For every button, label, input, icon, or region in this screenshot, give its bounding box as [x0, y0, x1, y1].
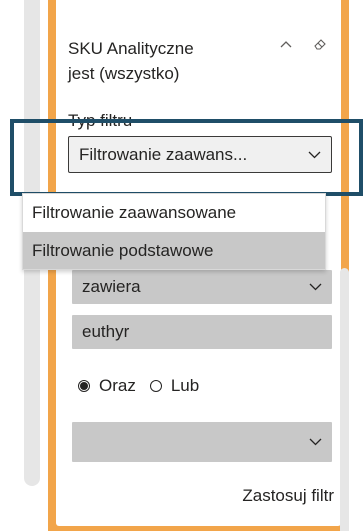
chevron-down-icon [309, 438, 322, 446]
radio-selected-icon [78, 380, 90, 392]
radio-and-label: Oraz [99, 376, 136, 395]
logic-radio-group: Oraz Lub [78, 376, 213, 396]
condition-value-text: euthyr [82, 322, 130, 341]
chevron-up-icon[interactable] [278, 36, 294, 52]
filter-type-dropdown-list: Filtrowanie zaawansowane Filtrowanie pod… [22, 193, 326, 270]
chevron-down-icon [309, 283, 322, 291]
focus-highlight-frame [10, 119, 363, 196]
filter-title-line1: SKU Analityczne [68, 39, 194, 58]
radio-or[interactable]: Lub [149, 376, 200, 396]
eraser-icon[interactable] [312, 36, 328, 52]
radio-or-label: Lub [170, 376, 200, 395]
right-scrollbar[interactable] [340, 268, 349, 531]
filter-title-line2: jest (wszystko) [68, 64, 180, 83]
condition-operator-select[interactable]: zawiera [72, 270, 332, 304]
apply-filter-button[interactable]: Zastosuj filtr [242, 486, 334, 506]
option-advanced-filtering[interactable]: Filtrowanie zaawansowane [23, 194, 325, 232]
radio-unselected-icon [149, 380, 162, 392]
condition-value-input[interactable]: euthyr [72, 315, 332, 349]
radio-and[interactable]: Oraz [78, 376, 136, 396]
condition-operator-value: zawiera [82, 277, 141, 296]
option-basic-filtering[interactable]: Filtrowanie podstawowe [23, 232, 325, 269]
filter-card-title[interactable]: SKU Analityczne jest (wszystko) [68, 36, 268, 86]
second-operator-select[interactable] [72, 422, 332, 462]
